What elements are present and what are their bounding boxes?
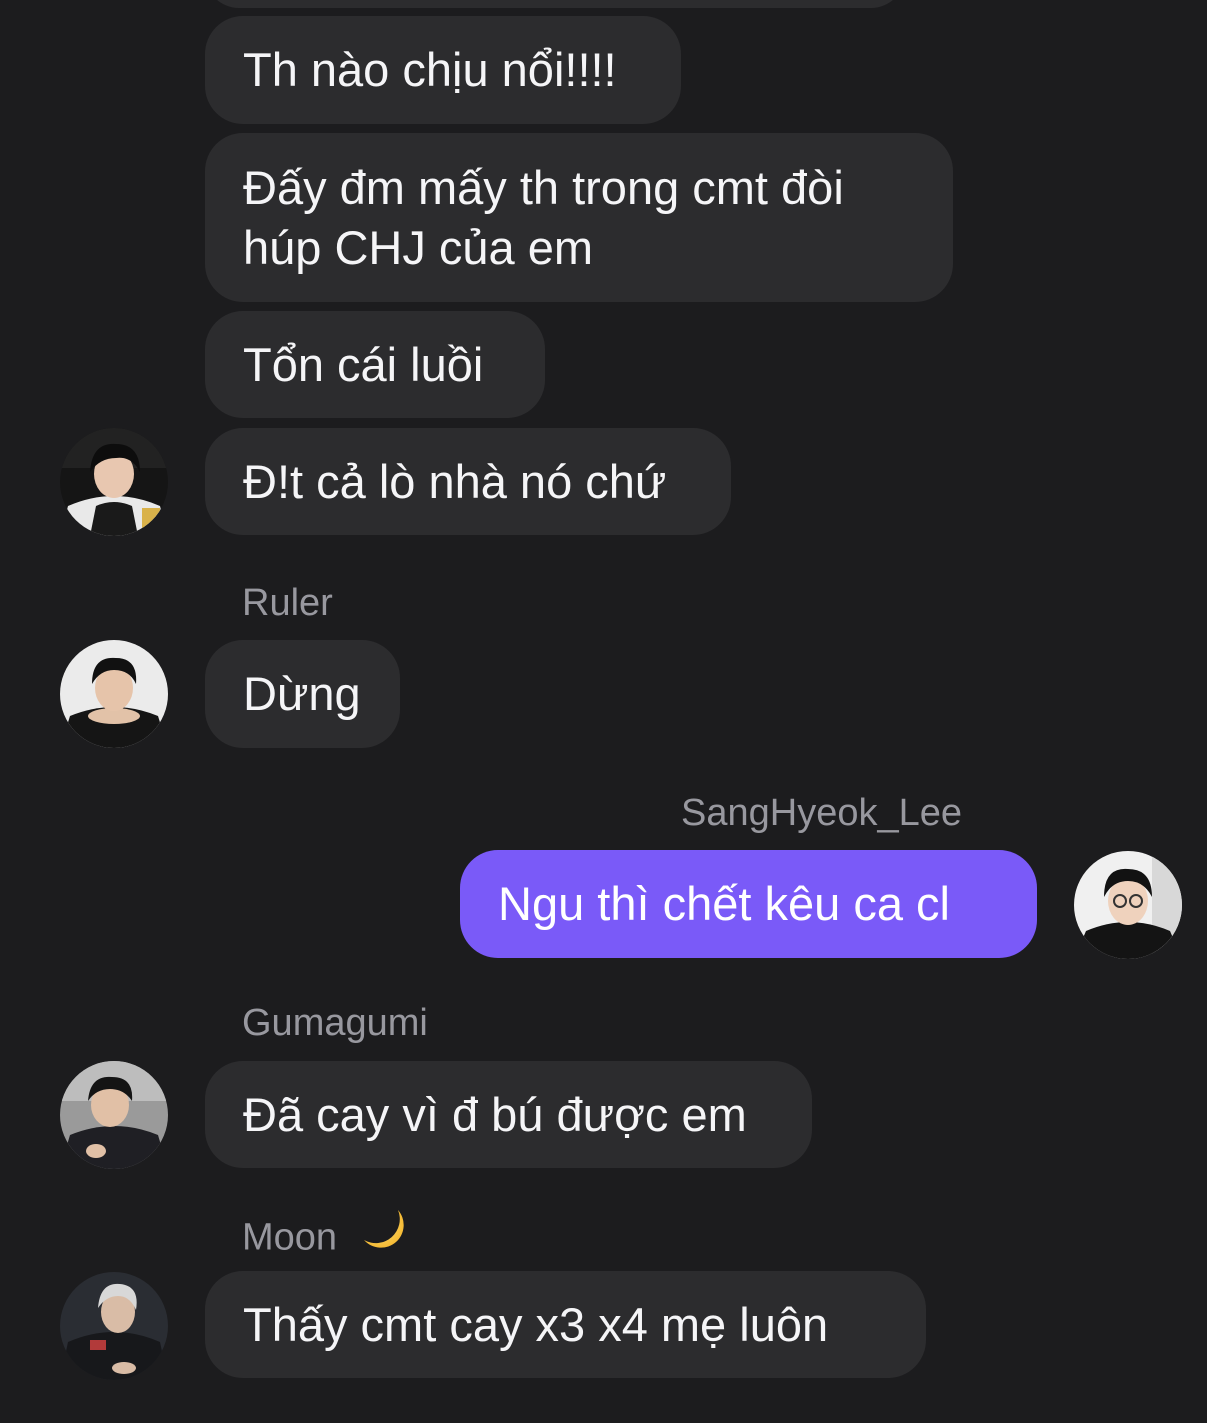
message-bubble[interactable]: Đ!t cả lò nhà nó chứ <box>205 428 731 535</box>
message-bubble[interactable]: Đã cay vì đ bú được em <box>205 1061 812 1168</box>
sender-name: Ruler <box>242 582 333 624</box>
message-bubble[interactable]: Th nào chịu nổi!!!! <box>205 16 681 124</box>
sender-name: Moon <box>242 1210 412 1269</box>
message-text: Th nào chịu nổi!!!! <box>243 43 617 96</box>
message-bubble[interactable]: Thấy cmt cay x3 x4 mẹ luôn <box>205 1271 926 1378</box>
sanghyeok-lee-avatar[interactable] <box>1074 851 1182 959</box>
message-text: Đ!t cả lò nhà nó chứ <box>243 454 667 508</box>
message-bubble[interactable]: Dừng <box>205 640 400 748</box>
sender-name-text: Moon <box>242 1216 338 1259</box>
message-text: Thấy cmt cay x3 x4 mẹ luôn <box>243 1297 829 1351</box>
message-bubble-partial[interactable] <box>205 0 905 8</box>
sender-name: SangHyeok_Lee <box>681 792 962 834</box>
moon-avatar-image <box>60 1272 168 1380</box>
message-bubble[interactable]: Đấy đm mấy th trong cmt đòi húp CHJ của … <box>205 133 953 302</box>
sender-name: Gumagumi <box>242 1002 428 1044</box>
ruler-avatar[interactable] <box>60 640 168 748</box>
user-avatar[interactable] <box>60 428 168 536</box>
own-message-bubble[interactable]: Ngu thì chết kêu ca cl <box>460 850 1037 958</box>
message-bubble[interactable]: Tổn cái luồi <box>205 311 545 418</box>
gumagumi-avatar[interactable] <box>60 1061 168 1169</box>
message-text: Đấy đm mấy th trong cmt đòi húp CHJ của … <box>243 161 844 274</box>
sanghyeok-lee-avatar-image <box>1074 851 1182 959</box>
crescent-moon-icon <box>358 1204 412 1269</box>
user-avatar-image <box>60 428 168 536</box>
moon-avatar[interactable] <box>60 1272 168 1380</box>
ruler-avatar-image <box>60 640 168 748</box>
message-text: Dừng <box>243 667 361 720</box>
message-text: Tổn cái luồi <box>243 337 484 391</box>
message-text: Đã cay vì đ bú được em <box>243 1087 747 1141</box>
gumagumi-avatar-image <box>60 1061 168 1169</box>
message-text: Ngu thì chết kêu ca cl <box>498 877 950 930</box>
